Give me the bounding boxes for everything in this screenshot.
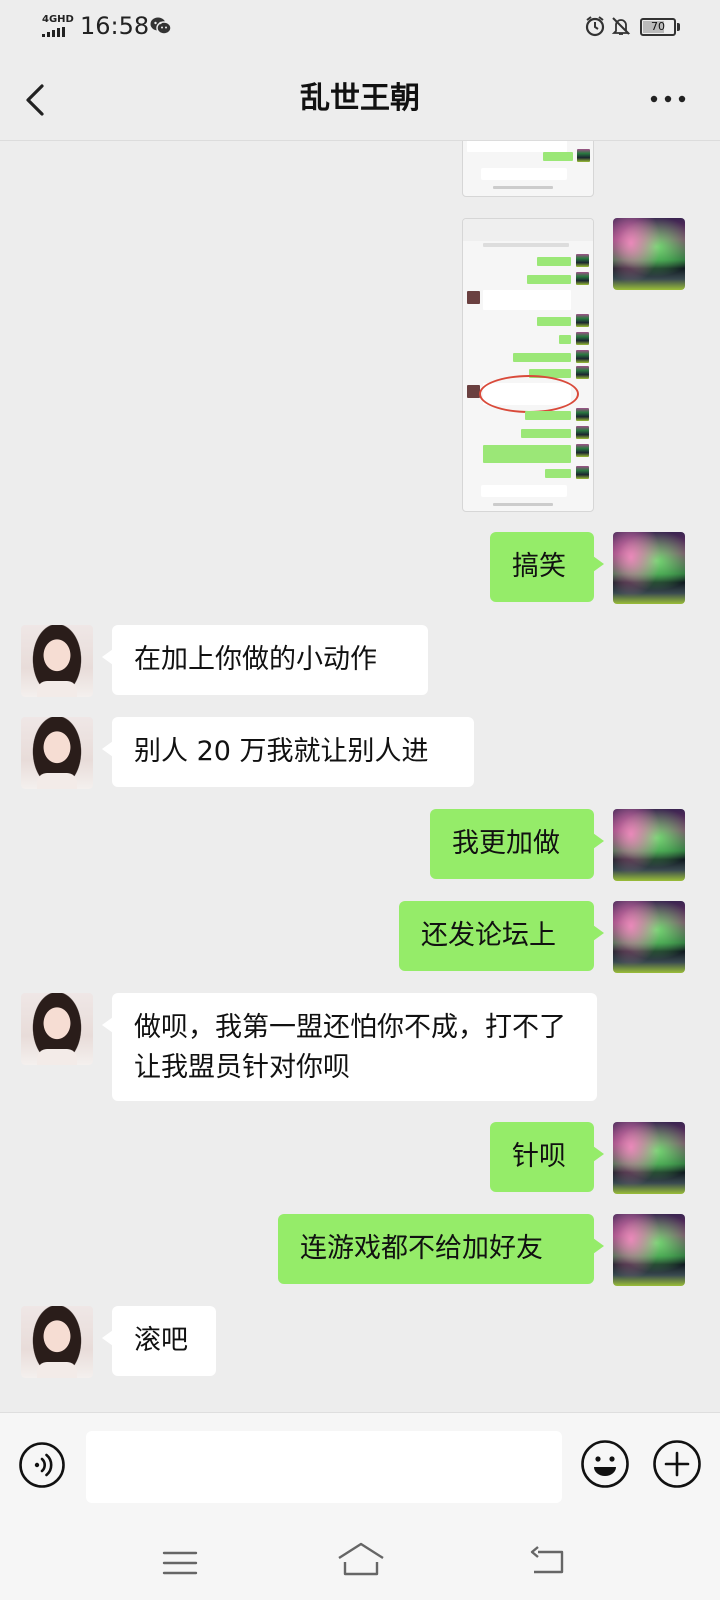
plus-icon[interactable] (652, 1439, 702, 1489)
avatar-self[interactable] (613, 218, 685, 290)
image-message[interactable] (462, 141, 594, 197)
home-icon[interactable] (335, 1540, 387, 1580)
message-bubble-theirs[interactable]: 别人 20 万我就让别人进 (102, 717, 474, 787)
network-type: 4GHD (42, 14, 74, 25)
message-list[interactable]: 搞笑 在加上你做的小动作 别人 20 万我就让别人进 我更加做 还发论坛上 做呗… (0, 141, 720, 1412)
avatar-self[interactable] (613, 901, 685, 973)
chat-title: 乱世王朝 (300, 81, 420, 116)
system-navigation-bar (0, 1524, 720, 1600)
message-bubble-mine[interactable]: 针呗 (490, 1122, 604, 1192)
battery-level: 70 (651, 20, 665, 33)
message-text: 我更加做 (452, 828, 560, 859)
avatar-self[interactable] (613, 1122, 685, 1194)
image-header (463, 219, 593, 241)
avatar-contact[interactable] (21, 993, 93, 1065)
message-bubble-mine[interactable]: 我更加做 (430, 809, 604, 879)
avatar-contact[interactable] (21, 717, 93, 789)
message-bubble-mine[interactable]: 搞笑 (490, 532, 604, 602)
message-text: 搞笑 (512, 551, 566, 582)
avatar-self[interactable] (613, 532, 685, 604)
menu-icon[interactable] (160, 1546, 200, 1580)
voice-icon[interactable] (18, 1441, 66, 1489)
message-text: 连游戏都不给加好友 (300, 1233, 543, 1264)
battery-tip (677, 23, 680, 31)
avatar-contact[interactable] (21, 625, 93, 697)
wechat-notification-icon (150, 17, 172, 35)
status-bar: 4GHD 16:58 70 (0, 0, 720, 56)
image-message[interactable] (462, 218, 594, 512)
emoji-icon[interactable] (580, 1439, 630, 1489)
avatar-self[interactable] (613, 809, 685, 881)
message-text: 滚吧 (134, 1325, 188, 1356)
message-text: 在加上你做的小动作 (134, 644, 377, 675)
back-icon[interactable] (528, 1544, 570, 1580)
avatar-contact[interactable] (21, 1306, 93, 1378)
message-text: 做呗，我第一盟还怕你不成，打不了让我盟员针对你呗 (134, 1012, 566, 1083)
message-bubble-theirs[interactable]: 滚吧 (102, 1306, 216, 1376)
message-text: 针呗 (512, 1141, 566, 1172)
alarm-icon (585, 16, 605, 37)
message-bubble-theirs[interactable]: 在加上你做的小动作 (102, 625, 428, 695)
message-text: 还发论坛上 (421, 920, 556, 951)
do-not-disturb-icon (611, 17, 631, 35)
signal-bars-icon (42, 27, 65, 37)
status-time: 16:58 (80, 12, 150, 40)
avatar-self[interactable] (613, 1214, 685, 1286)
message-input[interactable] (86, 1431, 562, 1503)
message-bubble-mine[interactable]: 还发论坛上 (399, 901, 604, 971)
message-bubble-mine[interactable]: 连游戏都不给加好友 (278, 1214, 604, 1284)
chat-header: 乱世王朝 (0, 56, 720, 141)
message-text: 别人 20 万我就让别人进 (134, 736, 429, 767)
more-dots-icon[interactable] (644, 82, 692, 116)
input-bar (0, 1412, 720, 1525)
battery-icon: 70 (640, 18, 676, 36)
message-bubble-theirs[interactable]: 做呗，我第一盟还怕你不成，打不了让我盟员针对你呗 (102, 993, 597, 1101)
